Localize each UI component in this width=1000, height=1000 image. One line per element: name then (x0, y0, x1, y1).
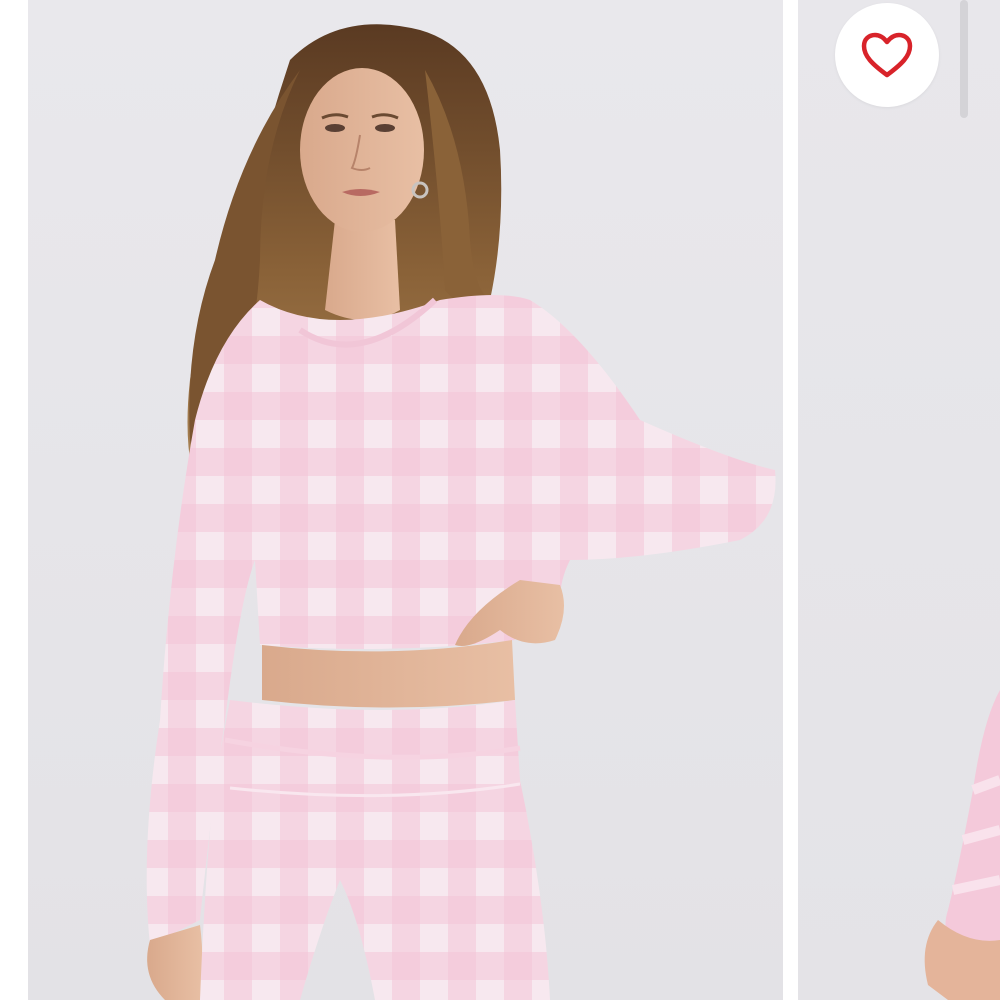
favorite-button[interactable] (835, 3, 939, 107)
gallery-divider (783, 0, 798, 1000)
scrollbar-track[interactable] (956, 0, 972, 1000)
heart-outline-icon (861, 32, 913, 78)
scrollbar-thumb[interactable] (960, 0, 968, 118)
gallery-gutter (0, 0, 28, 1000)
product-photo-main[interactable] (28, 0, 783, 1000)
product-image-gallery[interactable] (0, 0, 1000, 1000)
model-illustration (146, 24, 776, 1000)
